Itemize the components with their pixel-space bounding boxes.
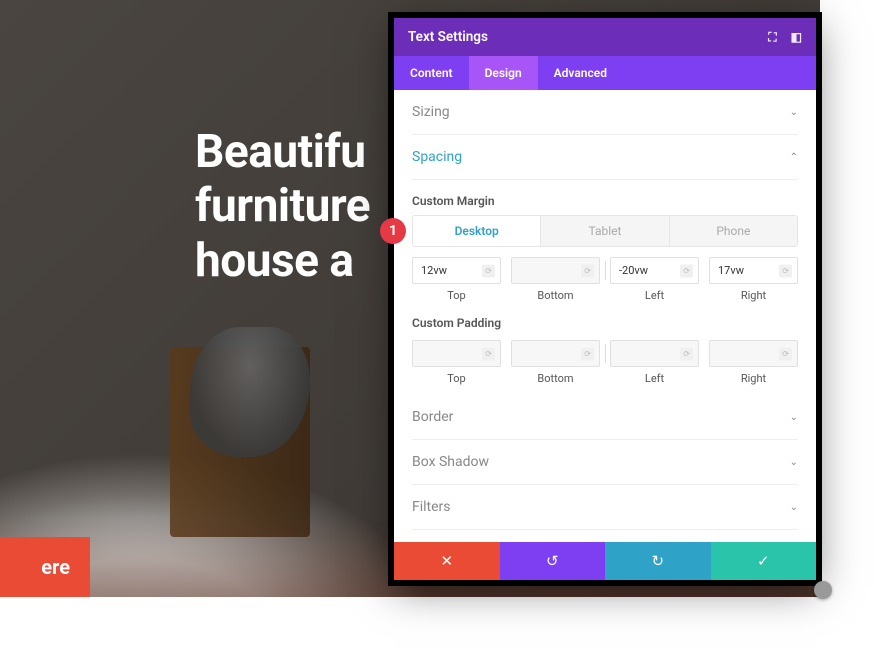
check-icon: ✓ bbox=[757, 552, 770, 570]
section-transform[interactable]: Transform ⌄ bbox=[412, 530, 798, 542]
panel-tabs: Content Design Advanced bbox=[394, 56, 816, 90]
hero-line-1: Beautifu bbox=[195, 125, 366, 179]
padding-top-label: Top bbox=[412, 372, 501, 385]
section-filters-label: Filters bbox=[412, 499, 451, 515]
save-button[interactable]: ✓ bbox=[711, 542, 817, 580]
margin-left-input[interactable]: -20vw bbox=[610, 257, 699, 284]
padding-bottom-label: Bottom bbox=[511, 372, 600, 385]
panel-footer: ✕ ↺ ↻ ✓ bbox=[394, 542, 816, 580]
redo-button[interactable]: ↻ bbox=[605, 542, 711, 580]
hero-heading: Beautifu furniture house a bbox=[195, 125, 370, 288]
device-tabs-margin: Desktop Tablet Phone bbox=[412, 215, 798, 247]
cta-button[interactable]: ere bbox=[0, 537, 90, 597]
tab-content[interactable]: Content bbox=[394, 56, 469, 90]
custom-padding-label: Custom Padding bbox=[412, 316, 798, 330]
tab-design[interactable]: Design bbox=[469, 56, 538, 90]
margin-bottom-input[interactable] bbox=[511, 257, 600, 284]
padding-right-input[interactable] bbox=[709, 340, 798, 367]
margin-top-input[interactable]: 12vw bbox=[412, 257, 501, 284]
resize-handle-icon[interactable] bbox=[814, 581, 832, 599]
section-spacing[interactable]: Spacing ⌃ bbox=[412, 135, 798, 180]
panel-body: Sizing ⌄ Spacing ⌃ Custom Margin Desktop… bbox=[394, 90, 816, 542]
section-border-label: Border bbox=[412, 409, 453, 425]
dock-icon[interactable]: ◧ bbox=[791, 30, 802, 45]
padding-right-label: Right bbox=[709, 372, 798, 385]
undo-icon: ↺ bbox=[546, 552, 559, 570]
section-sizing[interactable]: Sizing ⌄ bbox=[412, 90, 798, 135]
section-filters[interactable]: Filters ⌄ bbox=[412, 485, 798, 530]
section-sizing-label: Sizing bbox=[412, 104, 450, 120]
chevron-down-icon: ⌄ bbox=[790, 412, 798, 423]
margin-right-label: Right bbox=[709, 289, 798, 302]
section-box-shadow[interactable]: Box Shadow ⌄ bbox=[412, 440, 798, 485]
annotation-badge-1: 1 bbox=[380, 218, 406, 244]
device-tab-desktop[interactable]: Desktop bbox=[413, 216, 541, 246]
chevron-down-icon: ⌄ bbox=[790, 107, 798, 118]
margin-top-label: Top bbox=[412, 289, 501, 302]
custom-margin-label: Custom Margin bbox=[412, 194, 798, 208]
section-spacing-label: Spacing bbox=[412, 149, 462, 165]
padding-top-input[interactable] bbox=[412, 340, 501, 367]
margin-left-label: Left bbox=[610, 289, 699, 302]
padding-left-label: Left bbox=[610, 372, 699, 385]
section-box-shadow-label: Box Shadow bbox=[412, 454, 489, 470]
section-border[interactable]: Border ⌄ bbox=[412, 395, 798, 440]
hero-line-2: furniture bbox=[195, 179, 370, 233]
chevron-down-icon: ⌄ bbox=[790, 502, 798, 513]
hero-line-3: house a bbox=[195, 234, 354, 288]
redo-icon: ↻ bbox=[651, 552, 664, 570]
text-settings-panel: Text Settings ⛶ ◧ Content Design Advance… bbox=[394, 18, 816, 580]
margin-bottom-label: Bottom bbox=[511, 289, 600, 302]
device-tab-phone[interactable]: Phone bbox=[670, 216, 797, 246]
tab-advanced[interactable]: Advanced bbox=[538, 56, 623, 90]
undo-button[interactable]: ↺ bbox=[500, 542, 606, 580]
cancel-button[interactable]: ✕ bbox=[394, 542, 500, 580]
chevron-up-icon: ⌃ bbox=[790, 152, 798, 163]
device-tab-tablet[interactable]: Tablet bbox=[541, 216, 669, 246]
panel-header: Text Settings ⛶ ◧ bbox=[394, 18, 816, 56]
close-icon: ✕ bbox=[440, 552, 453, 570]
padding-bottom-input[interactable] bbox=[511, 340, 600, 367]
expand-icon[interactable]: ⛶ bbox=[768, 30, 776, 45]
padding-left-input[interactable] bbox=[610, 340, 699, 367]
margin-right-input[interactable]: 17vw bbox=[709, 257, 798, 284]
panel-title: Text Settings bbox=[408, 29, 488, 45]
chevron-down-icon: ⌄ bbox=[790, 457, 798, 468]
